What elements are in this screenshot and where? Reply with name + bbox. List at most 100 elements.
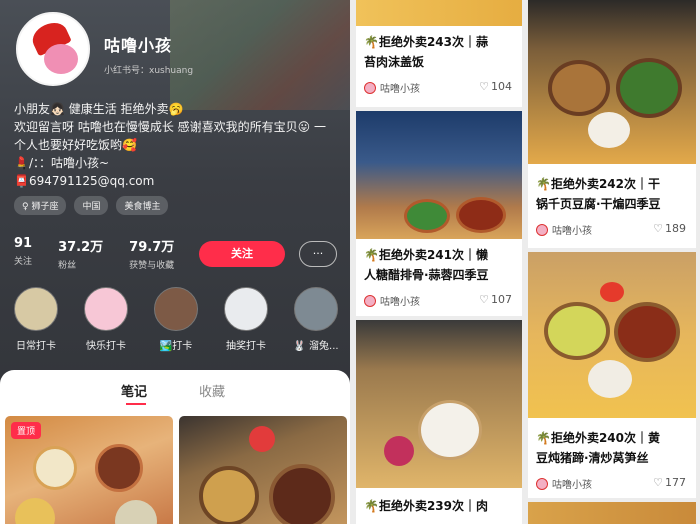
stat-likes[interactable]: 79.7万 获赞与收藏 <box>129 236 174 271</box>
highlight-cover <box>294 287 338 331</box>
highlight-label: 日常打卡 <box>16 341 56 352</box>
like-count[interactable]: ♡ 107 <box>479 293 512 306</box>
heart-icon: ♡ <box>479 293 489 306</box>
feed-card[interactable]: 🌴拒绝外卖239次｜肉 <box>356 320 522 524</box>
note-title-line: 苔肉沫盖饭 <box>364 55 425 69</box>
food-bowl-image <box>269 464 335 524</box>
stat-likes-label: 获赞与收藏 <box>129 261 175 271</box>
stat-following-label: 关注 <box>14 257 33 267</box>
tab-collect[interactable]: 收藏 <box>199 381 225 400</box>
feed-card[interactable]: 🌴拒绝外卖241次｜懒 人糖醋排骨·蒜蓉四季豆 咕噜小孩 ♡ 107 <box>356 111 522 316</box>
author-avatar-icon <box>536 223 548 236</box>
highlight-cover <box>14 287 58 331</box>
like-count[interactable]: ♡ 189 <box>653 222 686 235</box>
food-bowl-image <box>548 60 610 116</box>
bio-line: 📮694791125@qq.com <box>14 174 155 188</box>
like-value: 104 <box>491 80 512 93</box>
feed-card[interactable]: 🌴拒绝外卖240次｜黄 豆炖猪蹄·清炒莴笋丝 咕噜小孩 ♡ 177 <box>528 252 696 498</box>
highlight-label: 🐰 溜兔... <box>293 341 339 352</box>
bio-line: 个人也要好好吃饭哟🥰 <box>14 138 137 152</box>
food-bowl-image <box>384 436 414 466</box>
note-author[interactable]: 咕噜小孩 <box>536 476 592 491</box>
food-bowl-image <box>418 400 482 460</box>
note-title-line: 锅千页豆腐·干煸四季豆 <box>536 197 661 211</box>
heart-icon: ♡ <box>653 222 663 235</box>
bio-line: 小朋友👧🏻 健康生活 拒绝外卖🥱 <box>14 102 184 116</box>
note-title: 🌴拒绝外卖242次｜干 锅千页豆腐·干煸四季豆 <box>536 174 661 214</box>
feed-card[interactable]: 🌴拒绝外卖243次｜蒜 苔肉沫盖饭 咕噜小孩 ♡ 104 <box>356 0 522 107</box>
highlight-lottery[interactable]: 抽奖打卡 <box>222 287 270 352</box>
note-author[interactable]: 咕噜小孩 <box>364 293 420 308</box>
note-image <box>528 502 696 524</box>
highlight-daily[interactable]: 日常打卡 <box>12 287 60 352</box>
feed-card[interactable]: 🌴拒绝外卖242次｜干 锅千页豆腐·干煸四季豆 咕噜小孩 ♡ 189 <box>528 0 696 248</box>
profile-banner-background <box>170 0 350 110</box>
highlight-cover <box>84 287 128 331</box>
author-name: 咕噜小孩 <box>380 84 420 95</box>
note-image <box>356 111 522 239</box>
note-image <box>528 0 696 164</box>
avatar[interactable] <box>16 12 90 86</box>
food-bowl-image <box>614 302 680 362</box>
tag-category[interactable]: 美食博主 <box>116 196 169 215</box>
note-author[interactable]: 咕噜小孩 <box>364 80 420 95</box>
bio-line: 欢迎留言呀 咕噜也在慢慢成长 感谢喜欢我的所有宝贝😛 一 <box>14 120 326 134</box>
tab-notes[interactable]: 笔记 <box>121 381 147 400</box>
feed-card[interactable] <box>528 502 696 524</box>
highlight-cover <box>154 287 198 331</box>
note-title-line: 🌴拒绝外卖242次｜干 <box>536 177 660 191</box>
like-value: 189 <box>665 222 686 235</box>
note-author[interactable]: 咕噜小孩 <box>536 222 592 237</box>
food-bowl-image <box>249 426 275 452</box>
food-bowl-image <box>456 197 506 233</box>
profile-stats: 91 关注 37.2万 粉丝 79.7万 获赞与收藏 <box>14 236 174 271</box>
pinned-badge: 置顶 <box>11 422 42 439</box>
like-count[interactable]: ♡ 177 <box>653 476 686 489</box>
highlight-label: 抽奖打卡 <box>226 341 266 352</box>
highlight-cover <box>224 287 268 331</box>
note-image <box>528 252 696 418</box>
food-bowl-image <box>115 500 157 524</box>
note-thumbnail[interactable] <box>179 416 347 524</box>
avatar-kirby-graphic <box>44 44 78 74</box>
profile-tags: ♀ 狮子座 中国 美食博主 <box>14 196 169 215</box>
note-title: 🌴拒绝外卖240次｜黄 豆炖猪蹄·清炒莴笋丝 <box>536 428 660 468</box>
tag-region: 中国 <box>74 196 109 215</box>
profile-id: 小红书号：xushuang <box>104 66 194 76</box>
note-title: 🌴拒绝外卖243次｜蒜 苔肉沫盖饭 <box>364 32 488 72</box>
profile-bio: 小朋友👧🏻 健康生活 拒绝外卖🥱 欢迎留言呀 咕噜也在慢慢成长 感谢喜欢我的所有… <box>14 100 349 190</box>
highlight-label: 快乐打卡 <box>86 341 126 352</box>
note-image <box>356 320 522 488</box>
like-value: 107 <box>491 293 512 306</box>
author-name: 咕噜小孩 <box>380 297 420 308</box>
stat-followers-label: 粉丝 <box>58 261 77 271</box>
like-count[interactable]: ♡ 104 <box>479 80 512 93</box>
note-title-line: 🌴拒绝外卖243次｜蒜 <box>364 35 488 49</box>
note-thumbnail[interactable]: 置顶 <box>5 416 173 524</box>
stat-following-value: 91 <box>14 236 33 251</box>
food-bowl-image <box>95 444 143 492</box>
food-bowl-image <box>199 466 259 524</box>
stat-followers[interactable]: 37.2万 粉丝 <box>58 236 103 271</box>
food-bowl-image <box>588 360 632 398</box>
message-button[interactable]: ··· <box>299 241 337 267</box>
note-title-line: 人糖醋排骨·蒜蓉四季豆 <box>364 268 489 282</box>
highlight-scenery[interactable]: 🏞️打卡 <box>152 287 200 352</box>
author-avatar-icon <box>364 81 376 94</box>
author-avatar-icon <box>536 477 548 490</box>
active-tab-indicator <box>126 403 146 405</box>
food-bowl-image <box>616 58 682 118</box>
author-avatar-icon <box>364 294 376 307</box>
stat-following[interactable]: 91 关注 <box>14 236 32 271</box>
follow-button[interactable]: 关注 <box>199 241 285 267</box>
note-title: 🌴拒绝外卖241次｜懒 人糖醋排骨·蒜蓉四季豆 <box>364 245 489 285</box>
author-name: 咕噜小孩 <box>552 226 592 237</box>
note-title-line: 🌴拒绝外卖240次｜黄 <box>536 431 660 445</box>
highlight-label: 🏞️打卡 <box>159 341 193 352</box>
highlight-happy[interactable]: 快乐打卡 <box>82 287 130 352</box>
author-name: 咕噜小孩 <box>552 480 592 491</box>
note-image <box>356 0 522 26</box>
chat-bubble-icon: ··· <box>312 247 324 260</box>
stat-likes-value: 79.7万 <box>129 240 175 255</box>
highlight-rabbit[interactable]: 🐰 溜兔... <box>292 287 340 352</box>
